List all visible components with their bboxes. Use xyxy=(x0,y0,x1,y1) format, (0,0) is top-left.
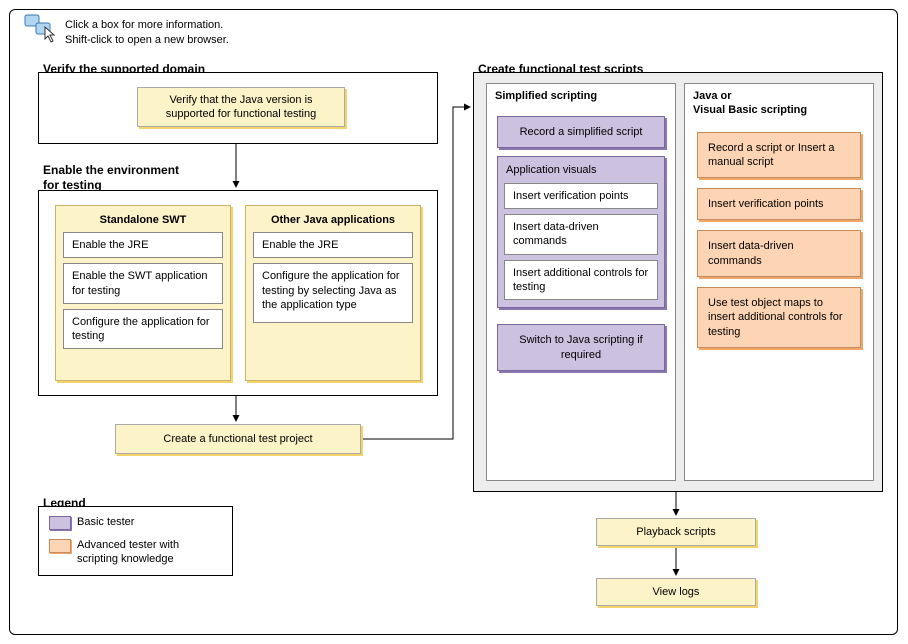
switch-java[interactable]: Switch to Java scripting if required xyxy=(497,324,665,371)
java-vb-item[interactable]: Record a script or Insert a manual scrip… xyxy=(697,132,861,179)
visuals-item[interactable]: Insert additional controls for testing xyxy=(504,260,658,301)
other-java-group: Other Java applications Enable the JRE C… xyxy=(245,205,421,381)
other-title: Other Java applications xyxy=(246,206,420,232)
other-item[interactable]: Configure the application for testing by… xyxy=(253,263,413,323)
standalone-swt-group: Standalone SWT Enable the JRE Enable the… xyxy=(55,205,231,381)
verify-section: Verify that the Java version is supporte… xyxy=(38,72,438,144)
standalone-item[interactable]: Configure the application for testing xyxy=(63,309,223,350)
create-project-box[interactable]: Create a functional test project xyxy=(115,424,361,454)
verify-java-box[interactable]: Verify that the Java version is supporte… xyxy=(137,87,345,127)
click-hint-icon xyxy=(23,13,59,49)
java-vb-col: Java or Visual Basic scripting Record a … xyxy=(684,83,874,481)
standalone-title: Standalone SWT xyxy=(56,206,230,232)
standalone-item[interactable]: Enable the JRE xyxy=(63,232,223,258)
orange-swatch-icon xyxy=(49,539,71,553)
hint-line1: Click a box for more information. xyxy=(65,19,223,31)
enable-section: Standalone SWT Enable the JRE Enable the… xyxy=(38,190,438,396)
record-simplified[interactable]: Record a simplified script xyxy=(497,116,665,148)
viewlogs-box[interactable]: View logs xyxy=(596,578,756,606)
java-vb-item[interactable]: Insert data-driven commands xyxy=(697,230,861,277)
other-item[interactable]: Enable the JRE xyxy=(253,232,413,258)
visuals-title: Application visuals xyxy=(504,162,658,183)
simplified-title: Simplified scripting xyxy=(487,84,675,108)
legend-advanced-text: Advanced tester with scripting knowledge xyxy=(77,538,217,567)
java-vb-item[interactable]: Use test object maps to insert additiona… xyxy=(697,287,861,348)
diagram-frame: Click a box for more information. Shift-… xyxy=(9,9,898,635)
functional-section: Simplified scripting Record a simplified… xyxy=(473,72,883,492)
legend-basic: Basic tester xyxy=(49,515,222,530)
legend-box: Basic tester Advanced tester with script… xyxy=(38,506,233,576)
simplified-col: Simplified scripting Record a simplified… xyxy=(486,83,676,481)
java-vb-item[interactable]: Insert verification points xyxy=(697,188,861,220)
application-visuals-group: Application visuals Insert verification … xyxy=(497,156,665,308)
hint-line2: Shift-click to open a new browser. xyxy=(65,34,229,46)
visuals-item[interactable]: Insert data-driven commands xyxy=(504,214,658,255)
playback-box[interactable]: Playback scripts xyxy=(596,518,756,546)
enable-title: Enable the environment for testing xyxy=(40,163,182,193)
purple-swatch-icon xyxy=(49,516,71,530)
legend-basic-text: Basic tester xyxy=(77,515,134,529)
legend-advanced: Advanced tester with scripting knowledge xyxy=(49,538,222,567)
java-vb-title: Java or Visual Basic scripting xyxy=(685,84,873,122)
visuals-item[interactable]: Insert verification points xyxy=(504,183,658,209)
hint-text: Click a box for more information. Shift-… xyxy=(65,18,229,48)
standalone-item[interactable]: Enable the SWT application for testing xyxy=(63,263,223,304)
